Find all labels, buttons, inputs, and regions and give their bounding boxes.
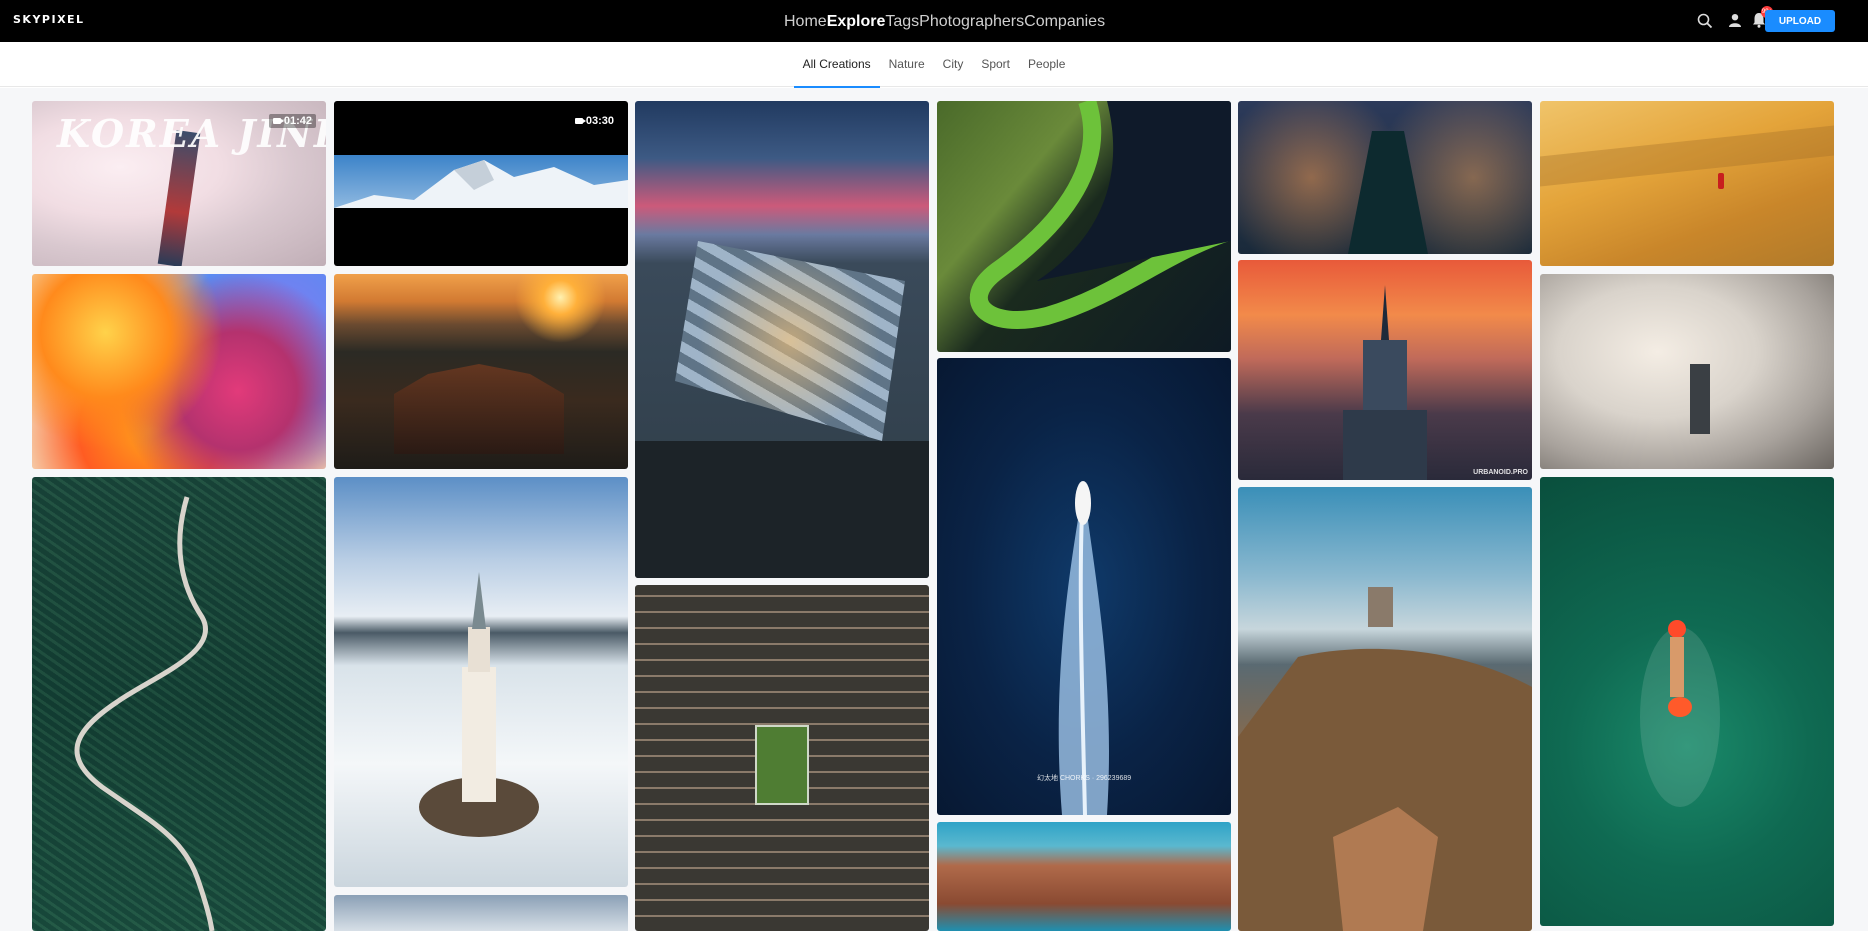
category-tabs: All Creations Nature City Sport People bbox=[0, 42, 1868, 88]
photo-tile[interactable] bbox=[334, 895, 628, 931]
upload-button[interactable]: UPLOAD bbox=[1765, 10, 1835, 32]
dune-shadow bbox=[1540, 125, 1834, 187]
video-camera-icon bbox=[574, 118, 586, 124]
person-red-dress bbox=[1718, 173, 1724, 189]
photo-tile[interactable] bbox=[334, 274, 628, 469]
photo-tile[interactable] bbox=[937, 822, 1231, 931]
lake bbox=[635, 441, 929, 578]
skypixel-logo[interactable]: SKYPIXEL bbox=[13, 13, 85, 26]
photo-tile[interactable] bbox=[1540, 274, 1834, 469]
nav-tags[interactable]: Tags bbox=[885, 13, 919, 31]
photo-tile[interactable] bbox=[1540, 477, 1834, 926]
bell-tower bbox=[419, 572, 539, 837]
winding-road bbox=[74, 496, 215, 931]
video-camera-icon bbox=[272, 118, 284, 124]
nav-home[interactable]: Home bbox=[784, 13, 827, 31]
photo-tile[interactable] bbox=[334, 477, 628, 887]
video-duration: 01:42 bbox=[268, 114, 316, 128]
boat-wake bbox=[1058, 481, 1109, 815]
tab-city[interactable]: City bbox=[934, 42, 973, 87]
video-duration: 03:30 bbox=[570, 114, 618, 128]
temple bbox=[394, 364, 564, 454]
photo-tile[interactable] bbox=[1540, 101, 1834, 266]
photo-tile[interactable] bbox=[1238, 487, 1532, 931]
photo-tile[interactable] bbox=[32, 477, 326, 931]
video-tile[interactable]: 03:30 bbox=[334, 101, 628, 266]
tower bbox=[1343, 285, 1427, 480]
creations-gallery: KOREA JINHAE 01:42 03:30 bbox=[0, 88, 1868, 931]
main-nav: Home Explore Tags Photographers Companie… bbox=[784, 13, 1105, 31]
photo-tile[interactable] bbox=[32, 274, 326, 469]
soccer-field bbox=[755, 725, 809, 805]
river-bank bbox=[969, 101, 1231, 329]
photo-tile[interactable]: 幻太地 CHORKS · 296239689 bbox=[937, 358, 1231, 815]
user-icon[interactable] bbox=[1728, 13, 1742, 27]
nav-companies[interactable]: Companies bbox=[1024, 13, 1105, 31]
photo-tile[interactable] bbox=[1238, 101, 1532, 254]
photo-tile[interactable] bbox=[635, 101, 929, 578]
top-bar: SKYPIXEL Home Explore Tags Photographers… bbox=[0, 0, 1868, 42]
nav-explore[interactable]: Explore bbox=[827, 13, 886, 31]
photo-watermark: 幻太地 CHORKS · 296239689 bbox=[1037, 775, 1132, 782]
tab-people[interactable]: People bbox=[1019, 42, 1074, 87]
tab-all-creations[interactable]: All Creations bbox=[793, 42, 880, 88]
spire bbox=[1690, 364, 1710, 434]
search-icon[interactable] bbox=[1697, 13, 1713, 29]
campus-buildings bbox=[675, 241, 905, 441]
mountain-strip bbox=[334, 155, 628, 208]
photo-tile[interactable] bbox=[937, 101, 1231, 352]
nav-photographers[interactable]: Photographers bbox=[919, 13, 1024, 31]
photo-tile[interactable]: URBANOID.PRO bbox=[1238, 260, 1532, 480]
harbor-water bbox=[1348, 131, 1428, 254]
tab-nature[interactable]: Nature bbox=[880, 42, 934, 87]
video-tile[interactable]: KOREA JINHAE 01:42 bbox=[32, 101, 326, 266]
tab-sport[interactable]: Sport bbox=[972, 42, 1019, 87]
photo-watermark: URBANOID.PRO bbox=[1473, 469, 1528, 476]
photo-tile[interactable] bbox=[635, 585, 929, 931]
swimmer bbox=[1640, 620, 1720, 807]
castle-ruins bbox=[1238, 587, 1532, 931]
